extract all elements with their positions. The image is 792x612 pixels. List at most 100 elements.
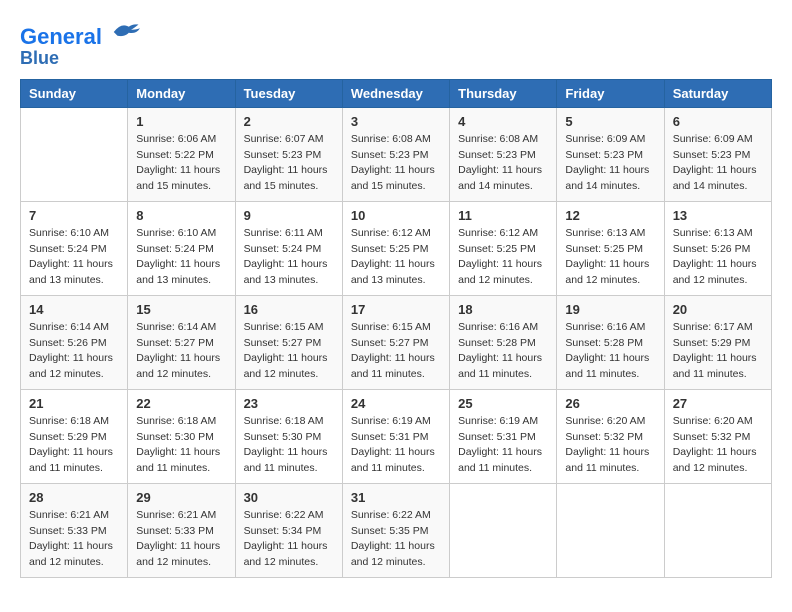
calendar-cell: 5 Sunrise: 6:09 AMSunset: 5:23 PMDayligh… <box>557 107 664 201</box>
calendar-cell: 9 Sunrise: 6:11 AMSunset: 5:24 PMDayligh… <box>235 201 342 295</box>
calendar-header-row: SundayMondayTuesdayWednesdayThursdayFrid… <box>21 79 772 107</box>
calendar-cell: 12 Sunrise: 6:13 AMSunset: 5:25 PMDaylig… <box>557 201 664 295</box>
day-number: 27 <box>673 396 763 411</box>
header-thursday: Thursday <box>450 79 557 107</box>
day-number: 17 <box>351 302 441 317</box>
day-number: 23 <box>244 396 334 411</box>
day-info: Sunrise: 6:08 AMSunset: 5:23 PMDaylight:… <box>458 132 548 195</box>
header-sunday: Sunday <box>21 79 128 107</box>
logo-text: General <box>20 20 140 49</box>
calendar-table: SundayMondayTuesdayWednesdayThursdayFrid… <box>20 79 772 578</box>
day-info: Sunrise: 6:09 AMSunset: 5:23 PMDaylight:… <box>673 132 763 195</box>
day-info: Sunrise: 6:10 AMSunset: 5:24 PMDaylight:… <box>136 226 226 289</box>
day-info: Sunrise: 6:22 AMSunset: 5:35 PMDaylight:… <box>351 508 441 571</box>
page-header: General Blue <box>20 20 772 69</box>
day-info: Sunrise: 6:18 AMSunset: 5:30 PMDaylight:… <box>136 414 226 477</box>
day-info: Sunrise: 6:09 AMSunset: 5:23 PMDaylight:… <box>565 132 655 195</box>
day-info: Sunrise: 6:06 AMSunset: 5:22 PMDaylight:… <box>136 132 226 195</box>
calendar-cell: 6 Sunrise: 6:09 AMSunset: 5:23 PMDayligh… <box>664 107 771 201</box>
calendar-cell: 25 Sunrise: 6:19 AMSunset: 5:31 PMDaylig… <box>450 389 557 483</box>
day-info: Sunrise: 6:18 AMSunset: 5:30 PMDaylight:… <box>244 414 334 477</box>
day-info: Sunrise: 6:15 AMSunset: 5:27 PMDaylight:… <box>244 320 334 383</box>
day-info: Sunrise: 6:14 AMSunset: 5:26 PMDaylight:… <box>29 320 119 383</box>
calendar-week-row: 7 Sunrise: 6:10 AMSunset: 5:24 PMDayligh… <box>21 201 772 295</box>
day-number: 22 <box>136 396 226 411</box>
day-info: Sunrise: 6:08 AMSunset: 5:23 PMDaylight:… <box>351 132 441 195</box>
day-number: 14 <box>29 302 119 317</box>
calendar-cell: 16 Sunrise: 6:15 AMSunset: 5:27 PMDaylig… <box>235 295 342 389</box>
calendar-cell: 4 Sunrise: 6:08 AMSunset: 5:23 PMDayligh… <box>450 107 557 201</box>
day-number: 26 <box>565 396 655 411</box>
day-info: Sunrise: 6:19 AMSunset: 5:31 PMDaylight:… <box>458 414 548 477</box>
calendar-cell: 1 Sunrise: 6:06 AMSunset: 5:22 PMDayligh… <box>128 107 235 201</box>
day-number: 21 <box>29 396 119 411</box>
calendar-cell: 26 Sunrise: 6:20 AMSunset: 5:32 PMDaylig… <box>557 389 664 483</box>
day-number: 29 <box>136 490 226 505</box>
day-info: Sunrise: 6:19 AMSunset: 5:31 PMDaylight:… <box>351 414 441 477</box>
calendar-cell <box>450 483 557 577</box>
logo: General Blue <box>20 20 140 69</box>
day-number: 15 <box>136 302 226 317</box>
calendar-cell: 29 Sunrise: 6:21 AMSunset: 5:33 PMDaylig… <box>128 483 235 577</box>
day-info: Sunrise: 6:11 AMSunset: 5:24 PMDaylight:… <box>244 226 334 289</box>
day-info: Sunrise: 6:12 AMSunset: 5:25 PMDaylight:… <box>351 226 441 289</box>
calendar-week-row: 21 Sunrise: 6:18 AMSunset: 5:29 PMDaylig… <box>21 389 772 483</box>
day-info: Sunrise: 6:20 AMSunset: 5:32 PMDaylight:… <box>673 414 763 477</box>
calendar-cell: 3 Sunrise: 6:08 AMSunset: 5:23 PMDayligh… <box>342 107 449 201</box>
day-number: 16 <box>244 302 334 317</box>
calendar-cell: 2 Sunrise: 6:07 AMSunset: 5:23 PMDayligh… <box>235 107 342 201</box>
calendar-cell: 28 Sunrise: 6:21 AMSunset: 5:33 PMDaylig… <box>21 483 128 577</box>
day-number: 25 <box>458 396 548 411</box>
calendar-week-row: 28 Sunrise: 6:21 AMSunset: 5:33 PMDaylig… <box>21 483 772 577</box>
day-number: 19 <box>565 302 655 317</box>
day-info: Sunrise: 6:21 AMSunset: 5:33 PMDaylight:… <box>136 508 226 571</box>
calendar-week-row: 14 Sunrise: 6:14 AMSunset: 5:26 PMDaylig… <box>21 295 772 389</box>
day-info: Sunrise: 6:07 AMSunset: 5:23 PMDaylight:… <box>244 132 334 195</box>
day-number: 31 <box>351 490 441 505</box>
calendar-cell: 31 Sunrise: 6:22 AMSunset: 5:35 PMDaylig… <box>342 483 449 577</box>
calendar-cell: 19 Sunrise: 6:16 AMSunset: 5:28 PMDaylig… <box>557 295 664 389</box>
day-number: 6 <box>673 114 763 129</box>
calendar-cell: 24 Sunrise: 6:19 AMSunset: 5:31 PMDaylig… <box>342 389 449 483</box>
calendar-week-row: 1 Sunrise: 6:06 AMSunset: 5:22 PMDayligh… <box>21 107 772 201</box>
day-number: 3 <box>351 114 441 129</box>
day-info: Sunrise: 6:17 AMSunset: 5:29 PMDaylight:… <box>673 320 763 383</box>
logo-bird-icon <box>110 20 140 44</box>
calendar-cell: 17 Sunrise: 6:15 AMSunset: 5:27 PMDaylig… <box>342 295 449 389</box>
logo-blue: Blue <box>20 49 140 69</box>
header-monday: Monday <box>128 79 235 107</box>
day-number: 28 <box>29 490 119 505</box>
day-info: Sunrise: 6:21 AMSunset: 5:33 PMDaylight:… <box>29 508 119 571</box>
header-tuesday: Tuesday <box>235 79 342 107</box>
header-wednesday: Wednesday <box>342 79 449 107</box>
calendar-cell: 21 Sunrise: 6:18 AMSunset: 5:29 PMDaylig… <box>21 389 128 483</box>
calendar-cell <box>557 483 664 577</box>
day-number: 1 <box>136 114 226 129</box>
day-info: Sunrise: 6:13 AMSunset: 5:25 PMDaylight:… <box>565 226 655 289</box>
day-info: Sunrise: 6:18 AMSunset: 5:29 PMDaylight:… <box>29 414 119 477</box>
day-number: 4 <box>458 114 548 129</box>
calendar-cell: 30 Sunrise: 6:22 AMSunset: 5:34 PMDaylig… <box>235 483 342 577</box>
calendar-cell: 13 Sunrise: 6:13 AMSunset: 5:26 PMDaylig… <box>664 201 771 295</box>
calendar-cell: 22 Sunrise: 6:18 AMSunset: 5:30 PMDaylig… <box>128 389 235 483</box>
day-number: 9 <box>244 208 334 223</box>
calendar-cell: 18 Sunrise: 6:16 AMSunset: 5:28 PMDaylig… <box>450 295 557 389</box>
calendar-cell: 20 Sunrise: 6:17 AMSunset: 5:29 PMDaylig… <box>664 295 771 389</box>
day-info: Sunrise: 6:16 AMSunset: 5:28 PMDaylight:… <box>458 320 548 383</box>
calendar-cell: 23 Sunrise: 6:18 AMSunset: 5:30 PMDaylig… <box>235 389 342 483</box>
logo-general: General <box>20 24 102 49</box>
calendar-cell: 27 Sunrise: 6:20 AMSunset: 5:32 PMDaylig… <box>664 389 771 483</box>
calendar-cell: 11 Sunrise: 6:12 AMSunset: 5:25 PMDaylig… <box>450 201 557 295</box>
day-number: 30 <box>244 490 334 505</box>
day-number: 18 <box>458 302 548 317</box>
day-number: 8 <box>136 208 226 223</box>
calendar-cell <box>21 107 128 201</box>
calendar-cell: 7 Sunrise: 6:10 AMSunset: 5:24 PMDayligh… <box>21 201 128 295</box>
day-info: Sunrise: 6:10 AMSunset: 5:24 PMDaylight:… <box>29 226 119 289</box>
day-number: 11 <box>458 208 548 223</box>
calendar-cell: 10 Sunrise: 6:12 AMSunset: 5:25 PMDaylig… <box>342 201 449 295</box>
calendar-cell: 15 Sunrise: 6:14 AMSunset: 5:27 PMDaylig… <box>128 295 235 389</box>
day-info: Sunrise: 6:16 AMSunset: 5:28 PMDaylight:… <box>565 320 655 383</box>
day-info: Sunrise: 6:14 AMSunset: 5:27 PMDaylight:… <box>136 320 226 383</box>
day-number: 2 <box>244 114 334 129</box>
